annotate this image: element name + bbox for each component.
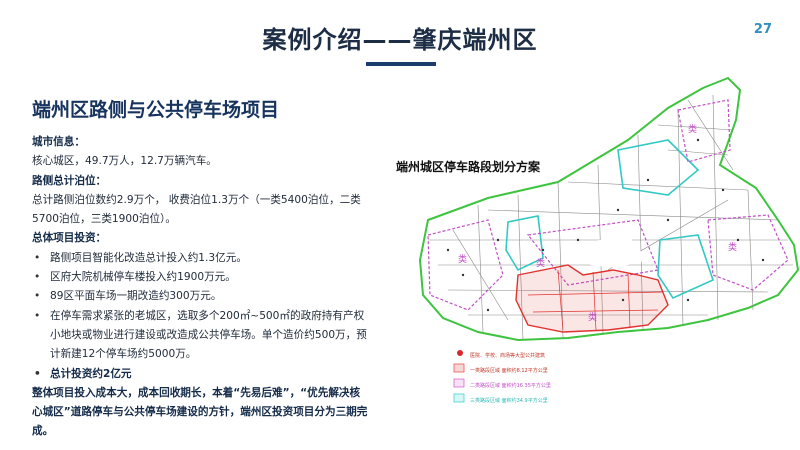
zone-marker: 类 xyxy=(688,123,697,135)
investment-list: 路侧项目智能化改造总计投入约1.3亿元。 区府大院机械停车楼投入约1900万元。… xyxy=(32,249,368,384)
investment-label: 总体项目投资： xyxy=(32,232,107,245)
zone-marker: 类 xyxy=(458,253,467,265)
investment-item: 在停车需求紧张的老城区，选取多个200㎡~500㎡的政府持有产权小地块或物业进行… xyxy=(32,307,368,365)
parking-zoning-map: 类 类 类 类 类 端州城区停车路段划分方案 医院、学校、商场等大型公共建筑 一… xyxy=(368,70,800,426)
zone-marker: 类 xyxy=(728,241,737,253)
legend-class1-symbol xyxy=(453,363,465,373)
legend-row: 医院、学校、商场等大型公共建筑 xyxy=(470,348,551,363)
content-panel: 城市信息： 核心城区，49.7万人，12.7万辆汽车。 路侧总计泊位： 总计路侧… xyxy=(32,133,368,442)
investment-total: 总计投资约2亿元 xyxy=(32,365,368,385)
conclusion-text: 整体项目投入成本大，成本回收期长，本着“先易后难”，“优先解决核心城区”道路停车… xyxy=(32,386,368,438)
legend-row: 三类路段区域 面积约34.9平方公里 xyxy=(470,393,551,408)
city-info-text: 核心城区，49.7万人，12.7万辆汽车。 xyxy=(32,155,217,168)
legend-row: 二类路段区域 面积约16.35平方公里 xyxy=(470,378,551,393)
page-number: 27 xyxy=(753,22,772,37)
legend-class2-symbol xyxy=(453,378,465,388)
legend-class3-symbol xyxy=(453,393,465,403)
investment-item: 区府大院机械停车楼投入约1900万元。 xyxy=(32,268,368,288)
map-legend: 医院、学校、商场等大型公共建筑 一类路段区域 面积约8.12平方公里 二类路段区… xyxy=(470,348,551,408)
legend-row: 一类路段区域 面积约8.12平方公里 xyxy=(470,363,551,378)
investment-item: 路侧项目智能化改造总计投入约1.3亿元。 xyxy=(32,249,368,269)
zone-marker: 类 xyxy=(536,257,545,269)
roadside-label: 路侧总计泊位： xyxy=(32,174,107,187)
legend-label: 一类路段区域 面积约8.12平方公里 xyxy=(470,368,548,374)
title-underline xyxy=(366,62,436,66)
legend-label: 二类路段区域 面积约16.35平方公里 xyxy=(470,383,551,389)
city-info-label: 城市信息： xyxy=(32,136,85,148)
map-title: 端州城区停车路段划分方案 xyxy=(396,160,541,174)
map-drawing: 类 类 类 类 类 xyxy=(418,76,800,403)
investment-item: 89区平面车场一期改造约300万元。 xyxy=(32,287,368,307)
section-title: 端州区路侧与公共停车场项目 xyxy=(32,99,280,121)
zone-marker: 类 xyxy=(588,311,597,323)
slide-title: 案例介绍——肇庆端州区 xyxy=(262,26,538,54)
legend-label: 医院、学校、商场等大型公共建筑 xyxy=(470,353,546,359)
roadside-text: 总计路侧泊位数约2.9万个， 收费泊位1.3万个（一类5400泊位，二类5700… xyxy=(32,193,361,226)
legend-label: 三类路段区域 面积约34.9平方公里 xyxy=(470,398,548,404)
legend-dot-symbol xyxy=(457,350,463,356)
